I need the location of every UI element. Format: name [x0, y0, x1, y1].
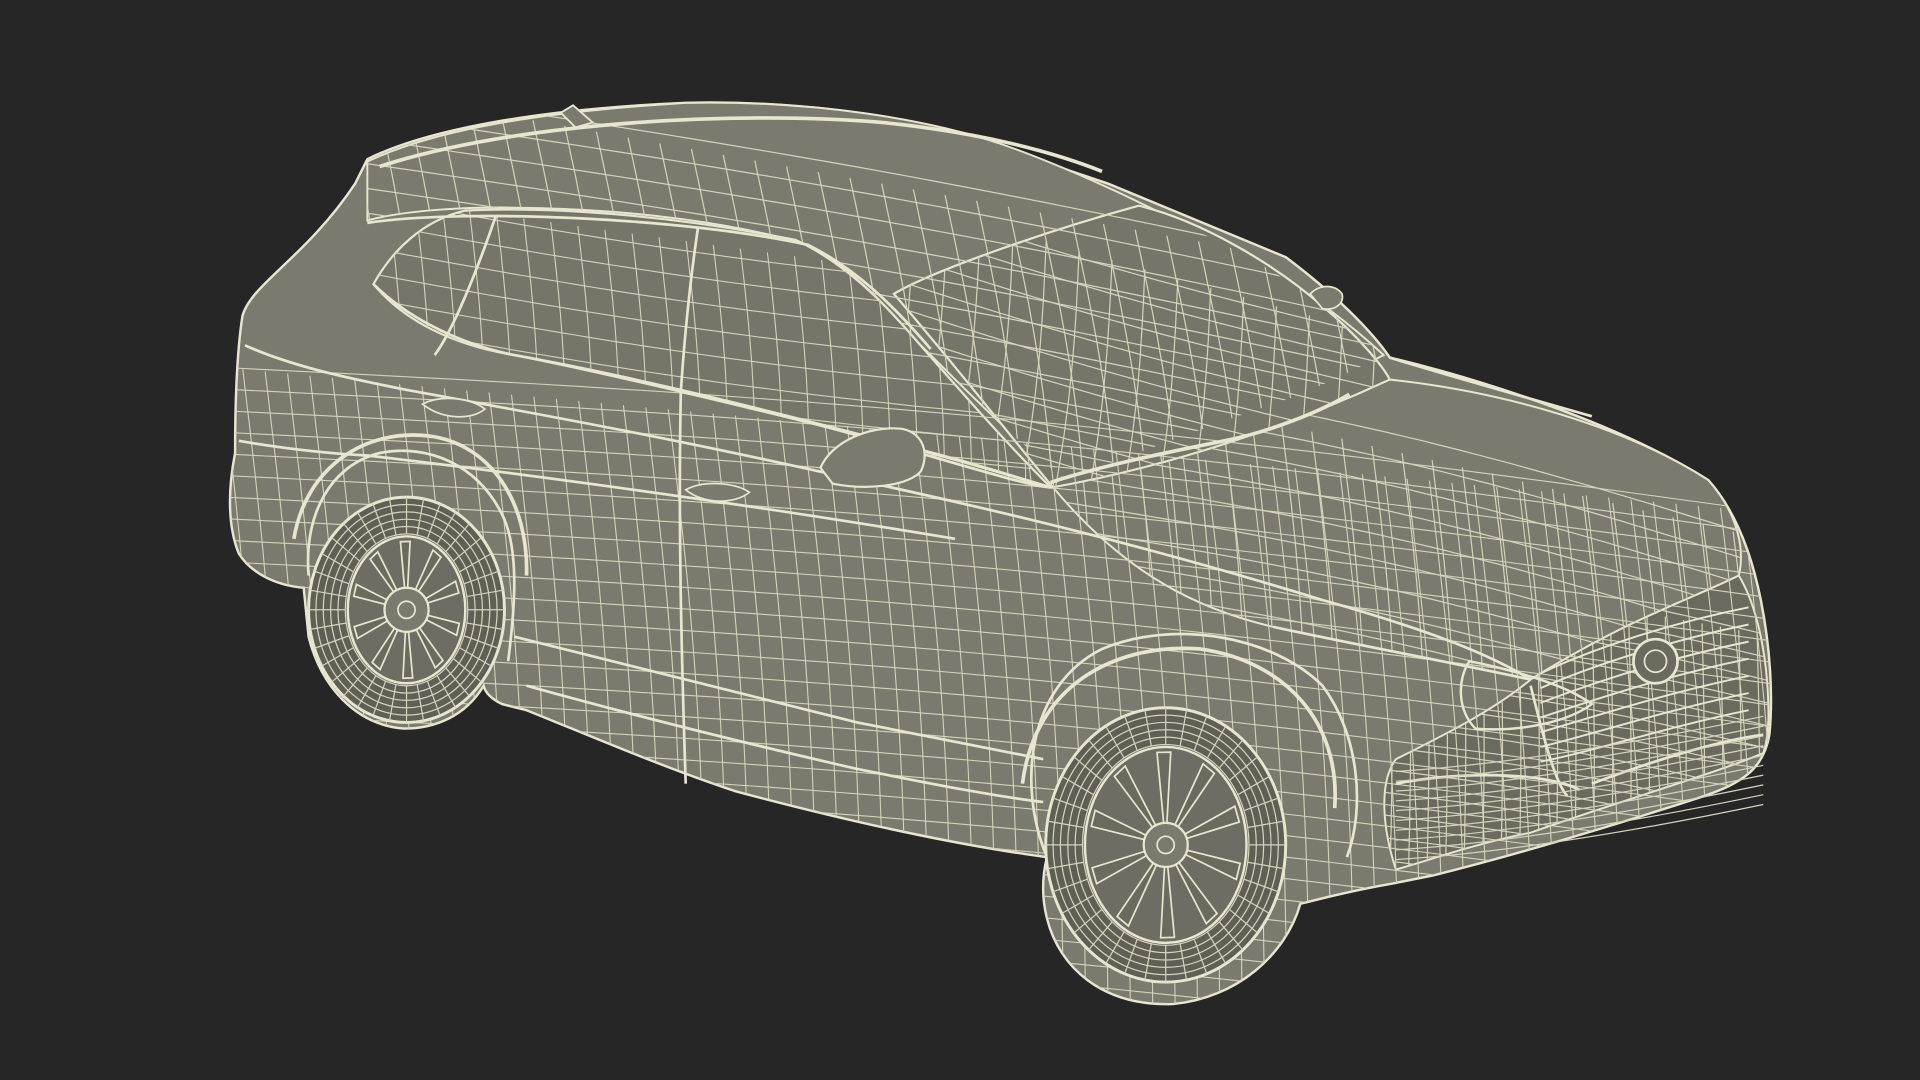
brand-badge [1632, 637, 1679, 685]
front-wheel [1044, 706, 1288, 984]
render-viewport [0, 0, 1920, 1080]
car-wireframe-render [0, 0, 1920, 1080]
wheel-hub [1142, 821, 1189, 869]
wheel-hub [383, 586, 430, 633]
rear-wheel [307, 495, 506, 724]
